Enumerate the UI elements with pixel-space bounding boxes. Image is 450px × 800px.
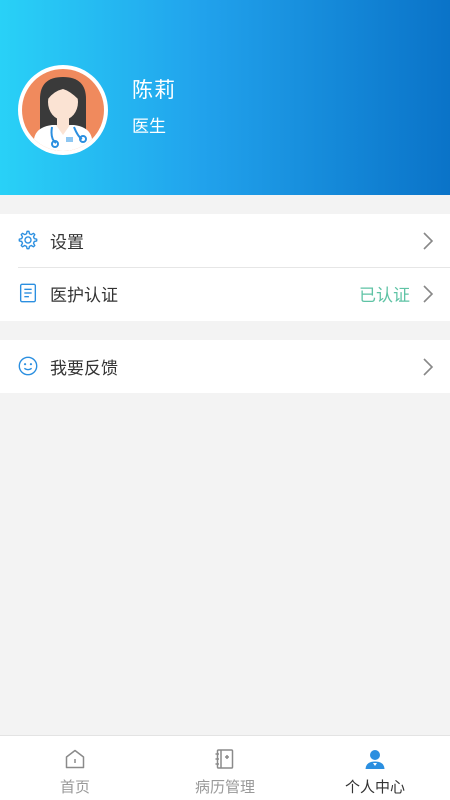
menu-item-feedback[interactable]: 我要反馈 bbox=[0, 340, 450, 393]
tab-profile[interactable]: 个人中心 bbox=[300, 736, 450, 800]
menu-item-feedback-label: 我要反馈 bbox=[50, 359, 118, 379]
document-icon bbox=[17, 282, 39, 304]
gear-icon bbox=[17, 229, 39, 251]
chevron-right-icon bbox=[423, 232, 434, 250]
tab-home-label: 首页 bbox=[59, 778, 90, 796]
user-name: 陈莉 bbox=[132, 78, 176, 102]
certification-status: 已认证 bbox=[359, 286, 410, 306]
profile-header: 陈莉 医生 bbox=[0, 0, 450, 195]
avatar[interactable] bbox=[18, 65, 108, 155]
tab-records-label: 病历管理 bbox=[194, 778, 255, 796]
menu-item-certification-label: 医护认证 bbox=[50, 286, 118, 306]
menu-item-settings-label: 设置 bbox=[50, 233, 84, 253]
menu-item-certification[interactable]: 医护认证 已认证 bbox=[0, 267, 450, 320]
home-icon bbox=[63, 747, 87, 771]
menu-group-feedback: 我要反馈 bbox=[0, 340, 450, 393]
bottom-tab-bar: 首页 病历管理 个人中心 bbox=[0, 735, 450, 800]
person-icon bbox=[363, 747, 387, 771]
records-icon bbox=[213, 747, 237, 771]
menu-item-settings[interactable]: 设置 bbox=[0, 214, 450, 268]
chevron-right-icon bbox=[423, 358, 434, 376]
menu-group-account: 设置 医护认证 已认证 bbox=[0, 214, 450, 321]
doctor-avatar-icon bbox=[22, 69, 104, 151]
tab-records[interactable]: 病历管理 bbox=[150, 736, 300, 800]
chevron-right-icon bbox=[423, 285, 434, 303]
user-role: 医生 bbox=[132, 117, 166, 137]
tab-profile-label: 个人中心 bbox=[344, 778, 405, 796]
tab-home[interactable]: 首页 bbox=[0, 736, 150, 800]
smiley-icon bbox=[17, 355, 39, 377]
